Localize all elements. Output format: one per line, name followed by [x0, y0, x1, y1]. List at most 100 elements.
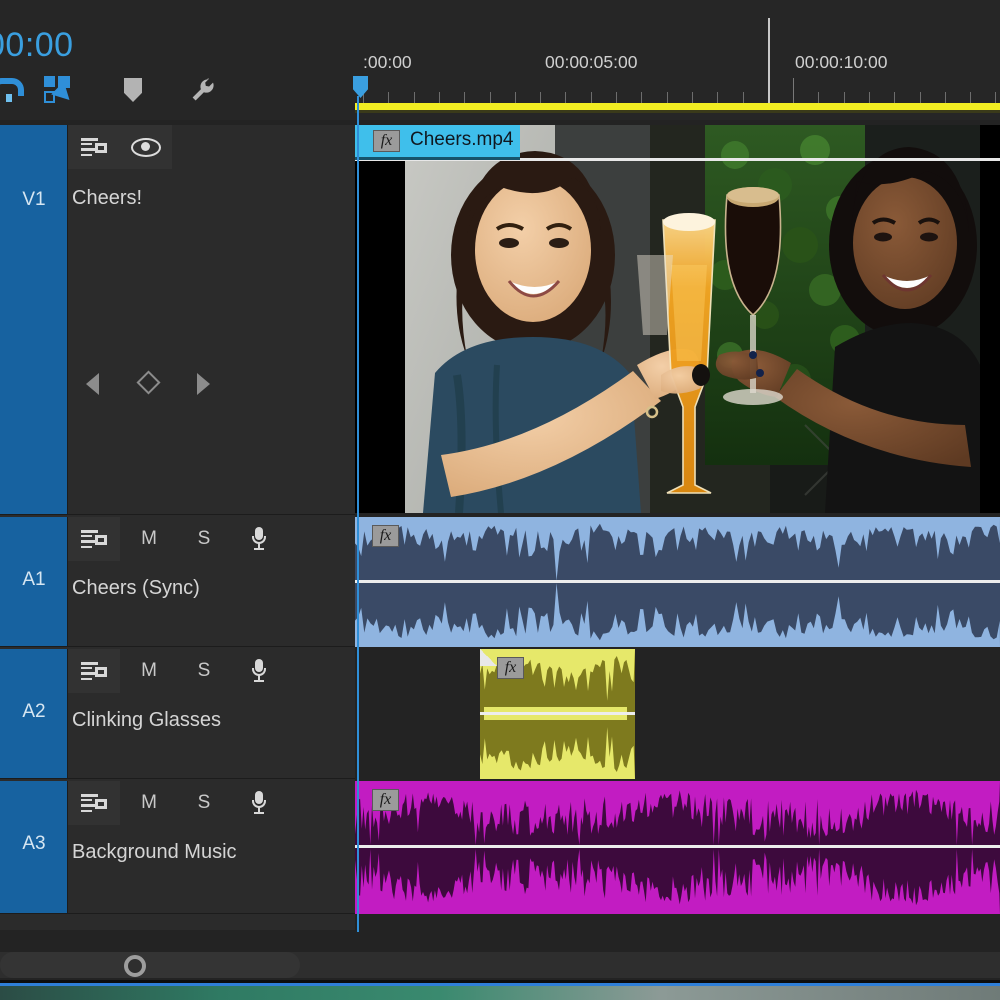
clip-cheers-sync-audio[interactable]: fx — [355, 517, 1000, 647]
timeline-toolbar: 00:00 :00:00 — [0, 0, 1000, 120]
clip-cheers-mp4[interactable]: fx Cheers.mp4 — [355, 125, 1000, 513]
fx-badge-icon[interactable]: fx — [372, 789, 399, 811]
snap-magnet-button[interactable] — [0, 68, 28, 112]
playhead-line — [357, 96, 359, 932]
mute-track-a2[interactable]: M — [123, 649, 175, 693]
ruler-tick — [995, 92, 996, 103]
clip-header-bar[interactable]: fx Cheers.mp4 — [355, 125, 520, 157]
solo-icon: S — [197, 792, 211, 813]
timeline-zoom-scrollbar-thumb[interactable] — [0, 952, 300, 978]
ruler-tick — [591, 92, 592, 103]
solo-icon: S — [197, 528, 211, 549]
clip-thumbnail — [405, 125, 980, 513]
solo-track-a1[interactable]: S — [178, 517, 230, 561]
next-keyframe-icon[interactable] — [197, 373, 210, 395]
track-badge-a1[interactable]: A1 — [0, 517, 68, 646]
track-header-a3[interactable]: A3 M S Background Music — [0, 781, 355, 914]
voice-over-record-a3[interactable] — [233, 781, 285, 825]
linked-selection-button[interactable] — [36, 68, 80, 112]
track-id-v1: V1 — [22, 189, 46, 210]
ruler-tick — [717, 92, 718, 103]
timeline-tracks-area[interactable]: fx Cheers.mp4 fx fx fx — [355, 125, 1000, 930]
ruler-tick — [464, 92, 465, 103]
clip-background-music-audio[interactable]: fx — [355, 781, 1000, 914]
ruler-tick — [667, 92, 668, 103]
ruler-tick — [565, 92, 566, 103]
track-header-a1[interactable]: A1 M S Cheers (Sync) — [0, 517, 355, 647]
toolbar-button-group — [0, 68, 344, 114]
ruler-label-10s: 00:00:10:00 — [795, 52, 888, 72]
ruler-tick — [616, 92, 617, 103]
microphone-icon — [252, 527, 266, 551]
track-badge-a2[interactable]: A2 — [0, 649, 68, 778]
solo-track-a2[interactable]: S — [178, 649, 230, 693]
fx-badge-icon[interactable]: fx — [497, 657, 524, 679]
audio-waveform — [355, 849, 1000, 914]
track-name-v1[interactable]: Cheers! — [72, 187, 142, 210]
ruler-tick — [439, 92, 440, 103]
voice-over-record-a1[interactable] — [233, 517, 285, 561]
ruler-tick — [844, 92, 845, 103]
marker-icon — [124, 78, 142, 102]
audio-waveform — [355, 583, 1000, 647]
mute-track-a3[interactable]: M — [123, 781, 175, 825]
voice-over-record-a2[interactable] — [233, 649, 285, 693]
ruler-tick — [692, 92, 693, 103]
add-marker-button[interactable] — [112, 68, 156, 112]
timeline-ruler[interactable]: :00:00 00:00:05:00 00:00:10:00 — [355, 0, 1000, 120]
solo-track-a3[interactable]: S — [178, 781, 230, 825]
track-name-a3[interactable]: Background Music — [72, 841, 237, 864]
playhead-timecode[interactable]: 00:00 — [0, 26, 74, 65]
track-badge-v1[interactable]: V1 — [0, 125, 68, 514]
track-id-a1: A1 — [22, 569, 46, 590]
toggle-track-visibility-v1[interactable] — [120, 125, 172, 169]
ruler-tick — [970, 92, 971, 103]
track-id-a3: A3 — [22, 833, 46, 854]
track-icon — [81, 529, 107, 549]
ruler-tick — [894, 92, 895, 103]
mute-track-a1[interactable]: M — [123, 517, 175, 561]
mute-icon: M — [141, 528, 157, 549]
solo-icon: S — [197, 660, 211, 681]
timeline-settings-button[interactable] — [180, 68, 224, 112]
toggle-track-output-a3[interactable] — [68, 781, 120, 825]
toggle-track-output-a2[interactable] — [68, 649, 120, 693]
clip-dog-ear-icon — [480, 649, 497, 666]
wrench-icon — [190, 77, 216, 103]
diamond-icon[interactable] — [136, 370, 161, 395]
footer-strip — [0, 986, 1000, 1000]
ruler-tick — [414, 92, 415, 103]
work-area-bar[interactable] — [355, 103, 1000, 110]
track-lane-a1[interactable]: fx — [355, 517, 1000, 647]
work-area-bar-shadow — [355, 110, 1000, 113]
ruler-tick — [490, 92, 491, 103]
ruler-label-0: :00:00 — [363, 52, 412, 72]
fx-badge-icon[interactable]: fx — [372, 525, 399, 547]
timeline-zoom-handle[interactable] — [124, 955, 146, 977]
toggle-track-output-v1[interactable] — [68, 125, 120, 169]
track-name-a1[interactable]: Cheers (Sync) — [72, 577, 200, 600]
track-lane-v1[interactable]: fx Cheers.mp4 — [355, 125, 1000, 515]
ruler-tick — [515, 92, 516, 103]
fx-badge-icon[interactable]: fx — [373, 130, 400, 152]
linked-selection-icon — [44, 76, 76, 107]
track-lane-a3[interactable]: fx — [355, 781, 1000, 914]
mute-icon: M — [141, 660, 157, 681]
ruler-tick — [920, 92, 921, 103]
track-lane-a2[interactable]: fx — [355, 649, 1000, 779]
ruler-tick — [945, 92, 946, 103]
track-name-a2[interactable]: Clinking Glasses — [72, 709, 221, 732]
premiere-timeline-panel: 00:00 :00:00 — [0, 0, 1000, 1000]
track-badge-a3[interactable]: A3 — [0, 781, 68, 913]
track-icon — [81, 137, 107, 157]
ruler-tick — [388, 92, 389, 103]
track-icon — [81, 793, 107, 813]
track-header-v1[interactable]: V1 Cheers! — [0, 125, 355, 515]
clip-clinking-glasses-audio[interactable]: fx — [480, 649, 635, 779]
eye-icon — [131, 137, 161, 157]
clip-header-underline — [355, 157, 520, 160]
previous-keyframe-icon[interactable] — [86, 373, 99, 395]
toggle-track-output-a1[interactable] — [68, 517, 120, 561]
magnet-icon — [0, 78, 24, 102]
track-header-a2[interactable]: A2 M S Clinking Glasses — [0, 649, 355, 779]
